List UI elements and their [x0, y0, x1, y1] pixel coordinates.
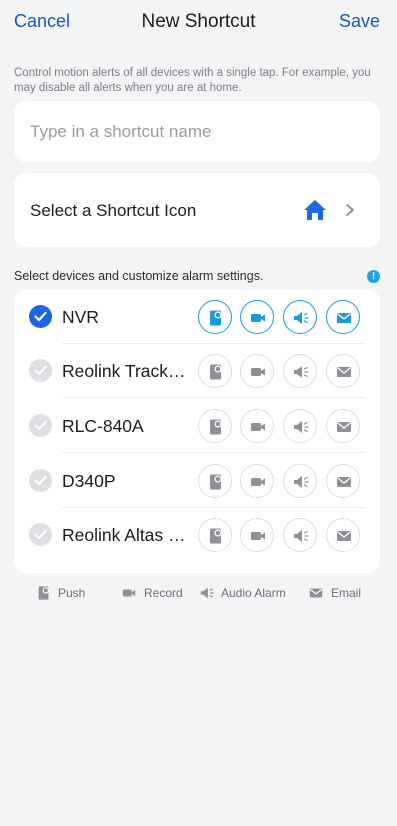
legend-email-label: Email [331, 586, 362, 600]
device-name: D340P [62, 471, 116, 491]
record-icon [122, 589, 136, 597]
record-toggle[interactable] [240, 464, 274, 498]
email-icon [337, 367, 351, 377]
checkmark-icon [34, 475, 47, 486]
home-icon [304, 200, 326, 220]
device-row: NVR [14, 290, 380, 344]
speaker-icon [294, 366, 309, 378]
device-checkbox[interactable] [29, 305, 52, 328]
device-row: RLC-840A [14, 399, 380, 453]
email-toggle[interactable] [326, 464, 360, 498]
speaker-icon [294, 312, 309, 324]
push-icon [210, 364, 222, 380]
record-icon [251, 423, 265, 431]
email-toggle[interactable] [326, 300, 360, 334]
push-icon [210, 310, 222, 326]
push-toggle[interactable] [198, 354, 232, 388]
speaker-icon [294, 530, 309, 542]
speaker-icon [200, 587, 214, 599]
speaker-icon [294, 476, 309, 488]
navigation-bar: Cancel New Shortcut Save [0, 0, 397, 46]
record-toggle[interactable] [240, 409, 274, 443]
audio-alarm-toggle[interactable] [283, 518, 317, 552]
device-row: Reolink Altas PT Ultra [14, 508, 380, 562]
audio-alarm-toggle[interactable] [283, 464, 317, 498]
email-toggle[interactable] [326, 354, 360, 388]
email-icon [309, 588, 323, 598]
push-toggle[interactable] [198, 409, 232, 443]
divider [62, 397, 365, 398]
device-row: Reolink TrackMix [14, 344, 380, 398]
device-checkbox[interactable] [29, 523, 52, 546]
info-icon[interactable]: ! [367, 270, 380, 283]
shortcut-name-input[interactable] [14, 101, 380, 162]
save-button[interactable]: Save [339, 11, 380, 32]
audio-alarm-toggle[interactable] [283, 300, 317, 334]
record-icon [251, 532, 265, 540]
checkmark-icon [34, 529, 47, 540]
device-name: RLC-840A [62, 416, 144, 436]
speaker-icon [294, 421, 309, 433]
legend-audio-alarm-label: Audio Alarm [221, 586, 286, 600]
device-checkbox[interactable] [29, 414, 52, 437]
push-toggle[interactable] [198, 518, 232, 552]
push-toggle[interactable] [198, 300, 232, 334]
divider [62, 452, 365, 453]
email-icon [337, 313, 351, 323]
device-checkbox[interactable] [29, 469, 52, 492]
record-toggle[interactable] [240, 518, 274, 552]
devices-list: NVR Reolink TrackMix RLC-840A D340P Reol… [14, 290, 380, 573]
device-name: Reolink TrackMix [62, 361, 188, 381]
email-toggle[interactable] [326, 409, 360, 443]
device-name: Reolink Altas PT Ultra [62, 525, 188, 545]
shortcut-name-card [14, 101, 380, 162]
devices-section-label: Select devices and customize alarm setti… [14, 269, 264, 283]
record-toggle[interactable] [240, 300, 274, 334]
legend-push-label: Push [58, 586, 86, 600]
description-text: Control motion alerts of all devices wit… [14, 67, 371, 94]
legend: Push Record Audio Alarm Email [0, 584, 397, 602]
device-checkbox[interactable] [29, 359, 52, 382]
record-icon [251, 478, 265, 486]
record-toggle[interactable] [240, 354, 274, 388]
page-title: New Shortcut [141, 11, 256, 32]
record-icon [251, 368, 265, 376]
select-shortcut-icon-row[interactable]: Select a Shortcut Icon [14, 173, 380, 247]
email-icon [337, 477, 351, 487]
device-row: D340P [14, 454, 380, 508]
push-icon [210, 528, 222, 544]
push-icon [38, 586, 49, 600]
push-icon [210, 419, 222, 435]
legend-record-label: Record [144, 586, 183, 600]
record-icon [251, 314, 265, 322]
device-name: NVR [62, 307, 99, 327]
checkmark-icon [34, 365, 47, 376]
email-toggle[interactable] [326, 518, 360, 552]
select-shortcut-icon-label: Select a Shortcut Icon [30, 201, 197, 220]
audio-alarm-toggle[interactable] [283, 409, 317, 443]
checkmark-icon [34, 420, 47, 431]
push-icon [210, 474, 222, 490]
chevron-right-icon [346, 204, 354, 216]
email-icon [337, 531, 351, 541]
push-toggle[interactable] [198, 464, 232, 498]
checkmark-icon [34, 311, 47, 322]
audio-alarm-toggle[interactable] [283, 354, 317, 388]
email-icon [337, 422, 351, 432]
